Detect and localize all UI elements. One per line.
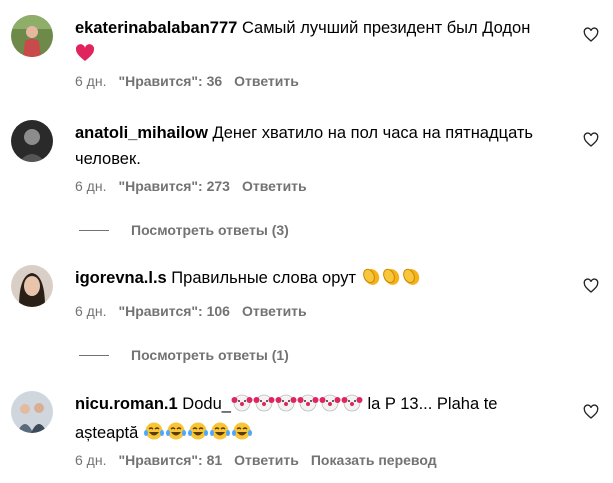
tears-of-joy-icon <box>165 421 187 449</box>
comment-text: igorevna.l.s Правильные слова орут <box>75 265 560 294</box>
reply-button[interactable]: Ответить <box>234 452 299 468</box>
comment-item: nicu.roman.1 Dodu_ la P 13... Plaha te a… <box>0 375 613 483</box>
avatar[interactable] <box>11 120 53 162</box>
like-heart-icon[interactable] <box>583 27 599 43</box>
clown-face-icon <box>341 392 363 420</box>
divider-line <box>79 354 109 356</box>
comment-time: 6 дн. <box>75 452 107 468</box>
comment-time: 6 дн. <box>75 73 107 89</box>
comment-text: anatoli_mihailow Денег хватило на пол ча… <box>75 120 560 172</box>
likes-count[interactable]: "Нравится": 81 <box>118 452 222 468</box>
comment-username[interactable]: nicu.roman.1 <box>75 395 178 413</box>
view-replies-button[interactable]: Посмотреть ответы (3) <box>79 222 289 238</box>
view-replies-label: Посмотреть ответы (3) <box>131 222 289 238</box>
comment-body: așteaptă <box>75 424 139 442</box>
comment-item: ekaterinabalaban777 Самый лучший президе… <box>0 0 613 100</box>
avatar[interactable] <box>11 15 53 57</box>
tears-of-joy-icon <box>209 421 231 449</box>
divider-line <box>79 229 109 231</box>
reply-button[interactable]: Ответить <box>234 73 299 89</box>
clown-face-icon <box>319 392 341 420</box>
comment-meta: 6 дн. "Нравится": 81 Ответить Показать п… <box>75 452 449 468</box>
comment-body: Правильные слова орут <box>171 269 357 287</box>
comment-text: nicu.roman.1 Dodu_ la P 13... Plaha te a… <box>75 391 560 449</box>
comment-meta: 6 дн. "Нравится": 106 Ответить <box>75 303 319 319</box>
clapping-hands-icon <box>381 266 401 294</box>
comment-username[interactable]: ekaterinabalaban777 <box>75 19 237 37</box>
reply-button[interactable]: Ответить <box>242 178 307 194</box>
likes-count[interactable]: "Нравится": 273 <box>118 178 229 194</box>
translate-button[interactable]: Показать перевод <box>311 452 437 468</box>
like-heart-icon[interactable] <box>583 132 599 148</box>
view-replies-button[interactable]: Посмотреть ответы (1) <box>79 347 289 363</box>
red-heart-icon <box>75 44 95 70</box>
clown-face-icon <box>231 392 253 420</box>
tears-of-joy-icon <box>187 421 209 449</box>
comment-time: 6 дн. <box>75 303 107 319</box>
likes-count[interactable]: "Нравится": 106 <box>118 303 229 319</box>
comment-time: 6 дн. <box>75 178 107 194</box>
like-heart-icon[interactable] <box>583 404 599 420</box>
comment-body: Самый лучший президент был Додон <box>241 19 531 37</box>
comment-body: Dodu_ <box>182 395 231 413</box>
avatar[interactable] <box>11 391 53 433</box>
comment-text: ekaterinabalaban777 Самый лучший президе… <box>75 15 560 70</box>
clown-face-icon <box>253 392 275 420</box>
likes-count[interactable]: "Нравится": 36 <box>118 73 222 89</box>
clapping-hands-icon <box>361 266 381 294</box>
avatar[interactable] <box>11 265 53 307</box>
like-heart-icon[interactable] <box>583 278 599 294</box>
comment-meta: 6 дн. "Нравится": 273 Ответить <box>75 178 319 194</box>
comment-username[interactable]: igorevna.l.s <box>75 269 167 287</box>
view-replies-label: Посмотреть ответы (1) <box>131 347 289 363</box>
reply-button[interactable]: Ответить <box>242 303 307 319</box>
clown-face-icon <box>297 392 319 420</box>
comment-username[interactable]: anatoli_mihailow <box>75 124 208 142</box>
clown-face-icon <box>275 392 297 420</box>
comment-item: anatoli_mihailow Денег хватило на пол ча… <box>0 100 613 250</box>
comment-item: igorevna.l.s Правильные слова орут 6 дн.… <box>0 250 613 375</box>
comment-body: la P 13... Plaha te <box>362 395 498 413</box>
comment-meta: 6 дн. "Нравится": 36 Ответить <box>75 73 311 89</box>
clapping-hands-icon <box>401 266 421 294</box>
tears-of-joy-icon <box>231 421 253 449</box>
tears-of-joy-icon <box>143 421 165 449</box>
